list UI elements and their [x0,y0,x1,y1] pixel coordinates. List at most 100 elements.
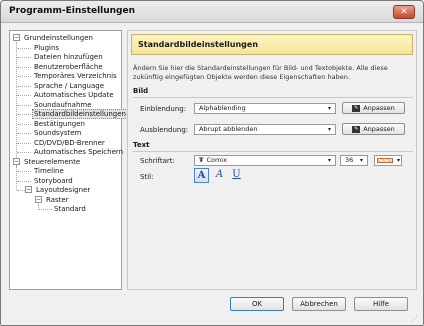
tree-item-child[interactable]: Storyboard [32,176,75,186]
font-size-value: 36 [345,156,354,164]
tree-item-label: Steuerelemente [24,157,81,166]
tree-item-child[interactable]: CD/DVD/BD-Brenner [32,138,107,148]
tree-item-label: Standardbildeinstellungen [32,109,128,119]
tree-item-child[interactable]: Plugins [32,43,61,53]
tree-item-label: Standard [54,205,86,213]
italic-button[interactable]: A [212,168,227,183]
font-dropdown[interactable]: Ŧ Comix ▾ [194,155,336,166]
ausblendung-dropdown[interactable]: Abrupt abblenden ▾ [194,124,336,135]
ok-button[interactable]: OK [230,297,284,311]
tree-item-child[interactable]: Temporäres Verzeichnis [32,71,119,81]
schriftart-label: Schriftart: [140,157,175,165]
tree-connector [17,85,31,87]
chevron-down-icon: ▾ [359,157,363,164]
tree-item-label: Timeline [34,167,64,175]
tree-item-child[interactable]: Automatisches Speichern [32,147,125,157]
settings-dialog: Programm-Einstellungen ✕ − Grundeinstellu… [0,0,424,326]
tree-item-label: Automatisches Speichern [34,148,124,156]
tree-connector [17,57,31,58]
einblendung-anpassen-button[interactable]: ✎ Anpassen [342,102,405,114]
anpassen-label: Anpassen [363,125,395,133]
chevron-down-icon: ▾ [327,157,331,164]
tree-connector [17,66,31,68]
tree-item-label: Automatisches Update [34,91,114,99]
tree-connector [17,133,31,134]
tree-item-standard[interactable]: Standard [52,204,88,214]
tree-connector [17,95,31,96]
tree-item-child[interactable]: Bestätigungen [32,119,87,129]
tree-connector [16,165,17,190]
tree-connector [17,76,31,77]
collapse-icon[interactable]: − [25,186,32,193]
tree-item-label: Temporäres Verzeichnis [34,72,117,80]
tree-item-label: Sprache / Language [34,81,104,90]
page-title: Standardbildeinstellungen [138,40,259,49]
tree-item-child[interactable]: Benutzeroberfläche [32,62,105,72]
tree-connector [17,47,31,49]
section-header: Standardbildeinstellungen [131,34,413,55]
tree-item-label: Bestätigungen [34,119,85,128]
section-bild-heading: Bild [133,87,149,95]
settings-tree[interactable]: − Grundeinstellungen Plugins Dateien hinzuf… [9,30,128,290]
settings-icon: ✎ [352,104,361,112]
help-button[interactable]: Hilfe [354,297,408,311]
font-color-picker[interactable]: ▾ [374,155,402,166]
tree-item-child[interactable]: Layoutdesigner [34,185,92,195]
tree-item-label: Soundsystem [34,129,82,137]
collapse-icon[interactable]: − [35,195,42,203]
chevron-down-icon: ▾ [327,105,331,112]
tree-connector [17,114,31,115]
tree-item-grundeinstellungen[interactable]: Grundeinstellungen [22,33,95,43]
chevron-down-icon: ▾ [396,157,400,164]
close-button[interactable]: ✕ [393,5,415,19]
resize-grip[interactable]: ⋰ [411,315,421,325]
tree-connector [17,142,31,144]
section-divider [133,97,413,98]
tree-connector [17,152,31,153]
window-title: Programm-Einstellungen [9,6,136,16]
font-icon: Ŧ [199,156,204,164]
tree-item-label: Grundeinstellungen [24,34,93,42]
tree-connector [17,123,31,125]
cancel-button[interactable]: Abbrechen [292,297,346,311]
tree-connector [38,209,52,210]
einblendung-dropdown[interactable]: Alphablending ▾ [194,103,336,114]
tree-item-label: Soundaufnahme [34,100,92,109]
anpassen-label: Anpassen [363,104,395,112]
chevron-down-icon: ▾ [327,126,331,133]
title-bar[interactable]: Programm-Einstellungen ✕ [1,1,423,23]
tree-item-label: Layoutdesigner [36,186,91,194]
collapse-icon[interactable]: − [13,34,20,41]
settings-content: Standardbildeinstellungen Ändern Sie hie… [127,30,417,290]
tree-item-child[interactable]: Soundaufnahme [32,100,94,110]
tree-item-label: Raster [46,195,69,204]
tree-connector [17,104,31,106]
stil-label: Stil: [140,173,154,181]
collapse-icon[interactable]: − [13,157,20,165]
tree-item-child[interactable]: Sprache / Language [32,81,106,91]
tree-item-raster[interactable]: Raster [44,195,71,205]
tree-connector [17,180,31,182]
ausblendung-label: Ausblendung: [140,126,189,134]
section-text-heading: Text [133,141,150,149]
einblendung-value: Alphablending [199,104,246,112]
tree-item-child[interactable]: Soundsystem [32,128,83,138]
tree-item-label: Plugins [34,43,60,52]
settings-icon: ✎ [352,125,361,133]
tree-item-child[interactable]: Standardbildeinstellungen [32,109,128,119]
ausblendung-anpassen-button[interactable]: ✎ Anpassen [342,123,405,135]
bold-button[interactable]: A [194,168,209,183]
color-swatch [377,158,393,163]
ausblendung-value: Abrupt abblenden [199,125,258,133]
tree-item-steuerelemente[interactable]: Steuerelemente [22,157,82,167]
description-text: Ändern Sie hier die Standardeinstellunge… [133,64,388,81]
tree-item-child[interactable]: Dateien hinzufügen [32,52,105,62]
tree-item-child[interactable]: Timeline [32,166,66,176]
font-value: Comix [206,156,227,164]
tree-item-child[interactable]: Automatisches Update [32,90,116,100]
einblendung-label: Einblendung: [140,105,187,113]
tree-item-label: Benutzeroberfläche [34,62,103,71]
font-size-dropdown[interactable]: 36 ▾ [340,155,368,166]
underline-button[interactable]: U [229,168,244,183]
tree-item-label: Dateien hinzufügen [34,53,103,61]
